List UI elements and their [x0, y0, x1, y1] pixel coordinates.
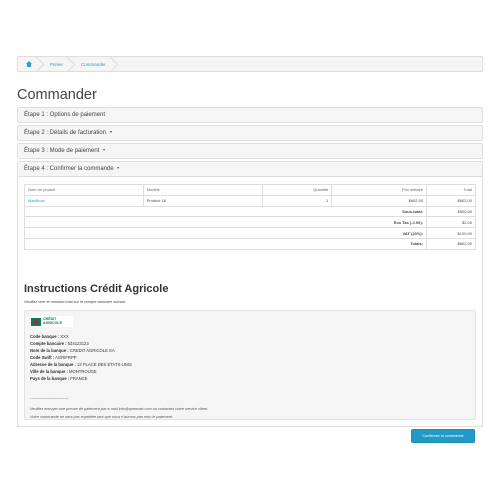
column-header: Total — [426, 184, 476, 196]
logo-text-line2: AGRICOLE — [43, 320, 62, 325]
bank-field: Code Swift : AGRIFRPP — [30, 355, 77, 360]
bank-field: Code banque : XXX — [30, 334, 69, 339]
bank-field: Pays de la banque : FRANCE — [30, 376, 88, 381]
totals-row: Sous-total: $500.00 — [23, 205, 476, 218]
step-2-label: Étape 2 : Détails de facturation — [24, 130, 107, 136]
totals-row: Totals: $602.00 — [23, 237, 476, 250]
caret-down-icon — [109, 131, 112, 134]
bank-field: Compte bancaire : 534123123 — [30, 341, 89, 346]
totals-label: Eco Tax (-2.00): — [23, 216, 428, 229]
breadcrumb-home[interactable] — [18, 57, 40, 71]
product-unit-price: $602.00 — [331, 194, 428, 207]
breadcrumb-item-commander[interactable]: Commander — [71, 57, 114, 71]
table-row: MacBook Product 16 1 $602.00 $602.00 — [24, 194, 476, 207]
home-icon — [26, 61, 32, 67]
column-header: Modèle — [142, 184, 264, 196]
breadcrumb-item-panier[interactable]: Panier — [40, 57, 71, 71]
column-header: Nom du produit — [24, 184, 144, 196]
totals-label: VAT (20%): — [23, 227, 428, 239]
payment-note: Veuillez envoyer une preuve de paiement … — [30, 407, 209, 411]
step-4-label: Étape 4 : Confirmer la commande — [24, 166, 114, 172]
product-total: $602.00 — [426, 194, 476, 207]
step-2-header[interactable]: Étape 2 : Détails de facturation — [17, 125, 483, 141]
bank-fields: Code banque : XXX Compte bancaire : 5341… — [30, 333, 132, 382]
totals-label: Sous-total: — [23, 205, 428, 218]
payment-note: Votre commande ne sera pas expédiée tant… — [30, 414, 174, 419]
column-header: Quantité — [262, 184, 333, 196]
caret-down-icon — [117, 167, 120, 170]
totals-row: VAT (20%): $100.00 — [23, 227, 476, 239]
separator: ----------------------------- — [30, 395, 69, 400]
totals-value: $500.00 — [426, 205, 476, 218]
bank-field: Adresse de la banque : 12 PLACE DES ETAT… — [30, 362, 132, 367]
payment-notes: Veuillez envoyer une preuve de paiement … — [30, 406, 208, 421]
step-3-label: Étape 3 : Mode de paiement — [24, 148, 100, 154]
breadcrumb: Panier Commander — [17, 56, 483, 72]
product-model: Product 16 — [142, 194, 264, 207]
bank-field: Nom de la banque : CREDIT AGRICOLE SA — [30, 348, 115, 353]
step-3-header[interactable]: Étape 3 : Mode de paiement — [17, 143, 483, 159]
caret-down-icon — [103, 149, 106, 152]
step-1-header[interactable]: Étape 1 : Options de paiement — [17, 107, 483, 123]
instructions-subtitle: Veuillez virer le montant total sur le c… — [24, 300, 127, 304]
product-link[interactable]: MacBook — [24, 194, 144, 207]
bank-details-box: CRÉDIT AGRICOLE Code banque : XXX Compte… — [24, 310, 476, 420]
totals-value: $100.00 — [426, 227, 476, 239]
bank-logo-icon — [31, 317, 41, 326]
totals-value: $2.00 — [426, 216, 476, 229]
totals-value: $602.00 — [426, 237, 476, 250]
column-header: Prix unitaire — [331, 184, 428, 196]
totals-row: Eco Tax (-2.00): $2.00 — [23, 216, 476, 229]
order-table: Nom du produit Modèle Quantité Prix unit… — [23, 184, 476, 250]
product-quantity: 1 — [262, 194, 333, 207]
bank-field: Ville de la banque : MONTROUGE — [30, 369, 97, 374]
table-header-row: Nom du produit Modèle Quantité Prix unit… — [24, 184, 476, 196]
confirm-order-button[interactable]: Confirmez la commande — [411, 429, 475, 443]
credit-agricole-logo: CRÉDIT AGRICOLE — [30, 316, 73, 327]
step-1-label: Étape 1 : Options de paiement — [24, 112, 106, 118]
instructions-title: Instructions Crédit Agricole — [24, 283, 169, 295]
page-title: Commander — [17, 87, 97, 103]
totals-label: Totals: — [23, 237, 428, 250]
